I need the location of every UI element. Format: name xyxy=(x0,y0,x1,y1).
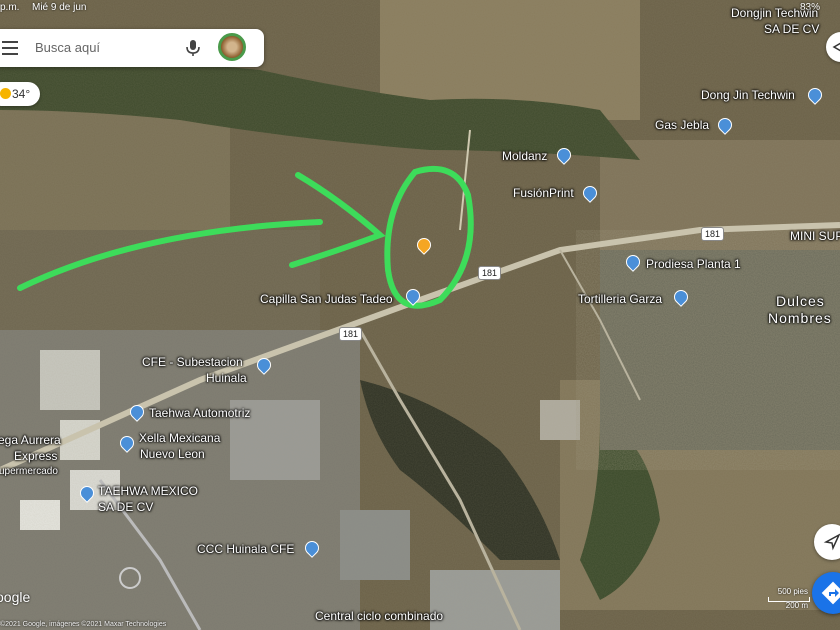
place-label-moldanz[interactable]: Moldanz xyxy=(502,149,547,163)
place-label-huinala[interactable]: Huinala xyxy=(206,371,247,385)
place-label-xella[interactable]: Xella Mexicana xyxy=(139,431,220,445)
google-logo: oogle xyxy=(0,589,31,605)
place-label-dongjin-techwin-sa[interactable]: Dongjin Techwin xyxy=(731,6,818,20)
status-date: Mié 9 de jun xyxy=(32,2,87,13)
place-label-bodega[interactable]: ega Aurrera xyxy=(0,433,61,447)
status-time: p.m. xyxy=(0,2,20,13)
place-label-prodiesa[interactable]: Prodiesa Planta 1 xyxy=(646,257,741,271)
scale-meters: 200 m xyxy=(785,601,808,610)
road-shield-181: 181 xyxy=(478,266,502,280)
place-label-gas-jebla[interactable]: Gas Jebla xyxy=(655,118,709,132)
search-bar[interactable]: Busca aquí xyxy=(0,29,264,67)
place-label-capilla[interactable]: Capilla San Judas Tadeo xyxy=(260,292,393,306)
imagery-credit: ©2021 Google, imágenes ©2021 Maxar Techn… xyxy=(0,621,167,628)
scale-feet: 500 pies xyxy=(777,587,808,596)
avatar[interactable] xyxy=(218,33,246,61)
place-label-taehwa-mexico[interactable]: TAEHWA MEXICO xyxy=(98,484,198,498)
road-shield-181: 181 xyxy=(701,227,725,241)
menu-icon[interactable] xyxy=(2,41,18,55)
place-label-cfe-subestacion[interactable]: CFE - Subestacion xyxy=(142,355,243,369)
layers-icon xyxy=(832,42,840,52)
town-label-dulces: Dulces xyxy=(776,293,825,309)
navigation-button[interactable] xyxy=(814,524,840,560)
road-shield-181: 181 xyxy=(339,327,363,341)
place-label-central-ciclo[interactable]: Central ciclo combinado xyxy=(315,609,443,623)
place-label-express[interactable]: Express xyxy=(14,449,57,463)
place-label-fusionprint[interactable]: FusiónPrint xyxy=(513,186,574,200)
weather-chip[interactable]: 34° xyxy=(0,82,40,106)
temperature: 34° xyxy=(12,87,31,101)
place-label-tortilleria[interactable]: Tortilleria Garza xyxy=(578,292,662,306)
directions-button[interactable] xyxy=(812,572,840,614)
town-label-nombres: Nombres xyxy=(768,310,832,326)
place-label-dong-jin-techwin[interactable]: Dong Jin Techwin xyxy=(701,88,795,102)
place-label-nuevo-leon[interactable]: Nuevo Leon xyxy=(140,447,205,461)
mic-icon[interactable] xyxy=(183,38,203,58)
place-label-taehwa-automotriz[interactable]: Taehwa Automotriz xyxy=(149,406,250,420)
place-label-sa-de-cv[interactable]: SA DE CV xyxy=(98,500,153,514)
directions-icon xyxy=(821,581,840,605)
sun-icon xyxy=(0,88,11,99)
place-label-ccc-huinala[interactable]: CCC Huinala CFE xyxy=(197,542,294,556)
layers-button[interactable] xyxy=(826,32,840,62)
place-label-supermercado[interactable]: upermercado xyxy=(0,466,58,477)
place-label-mini-super[interactable]: MINI SUP xyxy=(790,229,840,243)
navigation-icon xyxy=(823,533,840,551)
place-label-dongjin-techwin-sa-2[interactable]: SA DE CV xyxy=(764,22,819,36)
search-input[interactable]: Busca aquí xyxy=(35,40,100,55)
